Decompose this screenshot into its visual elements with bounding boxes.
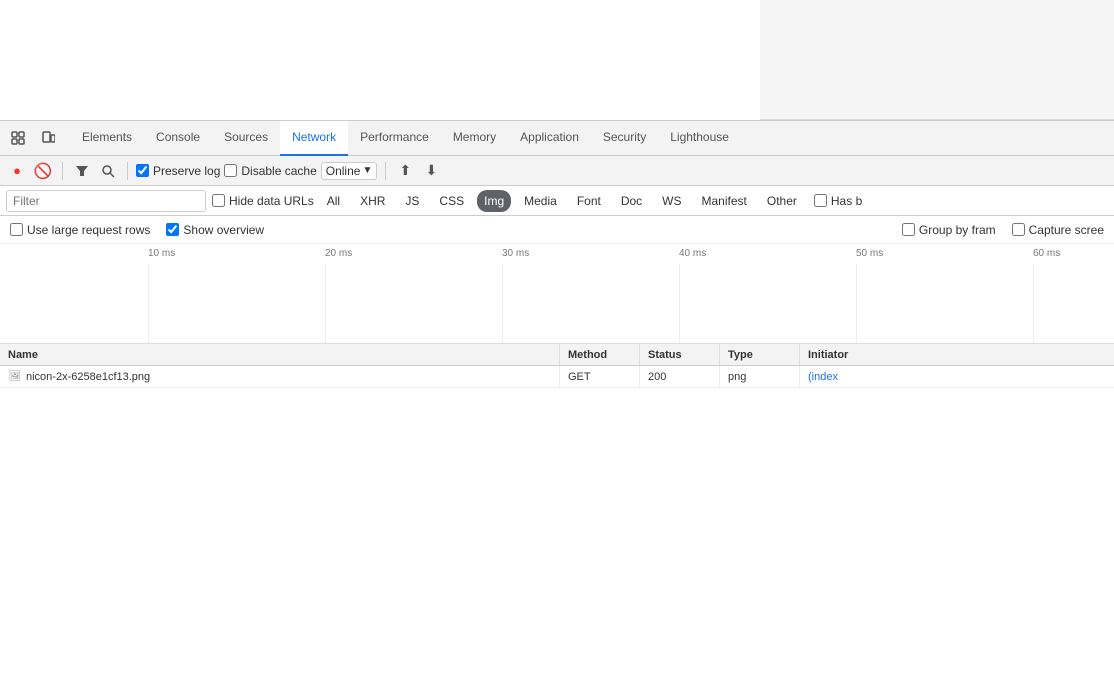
ruler-40ms: 40 ms: [679, 248, 706, 259]
filter-ws[interactable]: WS: [655, 190, 688, 212]
ruler-50ms: 50 ms: [856, 248, 883, 259]
table-row[interactable]: 🖼 nicon-2x-6258e1cf13.png GET 200 png (i…: [0, 366, 1114, 388]
import-har-button[interactable]: ⬆: [394, 160, 416, 182]
grid-line-5: [856, 264, 857, 343]
requests-table: Name Method Status Type Initiator 🖼 nico…: [0, 344, 1114, 696]
device-icon[interactable]: [34, 124, 62, 152]
record-button[interactable]: ●: [6, 160, 28, 182]
grid-line-3: [502, 264, 503, 343]
group-by-frame-wrap[interactable]: Group by fram: [902, 223, 996, 237]
browser-preview: [760, 0, 1114, 120]
cell-initiator: (index: [800, 366, 1114, 387]
hide-data-urls-label: Hide data URLs: [229, 194, 314, 208]
tab-bar: Elements Console Sources Network Perform…: [0, 121, 1114, 156]
col-header-initiator[interactable]: Initiator: [800, 344, 1114, 365]
filter-js[interactable]: JS: [398, 190, 426, 212]
timeline-area: 10 ms 20 ms 30 ms 40 ms 50 ms 60 ms: [0, 244, 1114, 344]
col-header-name[interactable]: Name: [0, 344, 560, 365]
col-header-type[interactable]: Type: [720, 344, 800, 365]
toolbar-separator-1: [62, 162, 63, 180]
ruler-20ms: 20 ms: [325, 248, 352, 259]
filter-doc[interactable]: Doc: [614, 190, 649, 212]
tab-elements[interactable]: Elements: [70, 121, 144, 156]
group-by-frame-checkbox[interactable]: [902, 223, 915, 236]
filter-xhr[interactable]: XHR: [353, 190, 392, 212]
ruler-60ms: 60 ms: [1033, 248, 1060, 259]
preserve-log-checkbox-wrap[interactable]: Preserve log: [136, 164, 220, 178]
tab-network[interactable]: Network: [280, 121, 348, 156]
disable-cache-checkbox-wrap[interactable]: Disable cache: [224, 164, 316, 178]
throttle-dropdown-icon: ▼: [362, 165, 372, 176]
filter-icon[interactable]: [71, 160, 93, 182]
capture-screenshots-checkbox[interactable]: [1012, 223, 1025, 236]
filter-media[interactable]: Media: [517, 190, 564, 212]
throttle-select[interactable]: Online ▼: [321, 162, 378, 180]
ruler-30ms: 30 ms: [502, 248, 529, 259]
filter-bar: Hide data URLs All XHR JS CSS Img Media …: [0, 186, 1114, 216]
preserve-log-checkbox[interactable]: [136, 164, 149, 177]
group-by-frame-label: Group by fram: [919, 223, 996, 237]
filter-img[interactable]: Img: [477, 190, 511, 212]
grid-line-4: [679, 264, 680, 343]
filter-input[interactable]: [6, 190, 206, 212]
has-blocked-label: Has b: [831, 194, 862, 208]
tab-console[interactable]: Console: [144, 121, 212, 156]
tab-application[interactable]: Application: [508, 121, 591, 156]
clear-button[interactable]: 🚫: [32, 160, 54, 182]
search-icon[interactable]: [97, 160, 119, 182]
inspect-icon[interactable]: [4, 124, 32, 152]
devtools-icons: [4, 124, 62, 152]
devtools-panel: Elements Console Sources Network Perform…: [0, 120, 1114, 696]
has-blocked-checkbox[interactable]: [814, 194, 827, 207]
tab-sources[interactable]: Sources: [212, 121, 280, 156]
filter-css[interactable]: CSS: [432, 190, 471, 212]
show-overview-label: Show overview: [183, 223, 264, 237]
cell-status: 200: [640, 366, 720, 387]
grid-line-2: [325, 264, 326, 343]
filter-font[interactable]: Font: [570, 190, 608, 212]
toolbar-separator-3: [385, 162, 386, 180]
tab-security[interactable]: Security: [591, 121, 658, 156]
options-right: Group by fram Capture scree: [902, 223, 1104, 237]
show-overview-wrap[interactable]: Show overview: [166, 223, 264, 237]
has-blocked-wrap[interactable]: Has b: [814, 194, 862, 208]
export-har-button[interactable]: ⬇: [420, 160, 442, 182]
capture-screenshots-label: Capture scree: [1029, 223, 1104, 237]
online-label: Online: [326, 164, 361, 178]
preserve-log-label: Preserve log: [153, 164, 220, 178]
filter-manifest[interactable]: Manifest: [695, 190, 754, 212]
table-header: Name Method Status Type Initiator: [0, 344, 1114, 366]
options-row: Use large request rows Show overview Gro…: [0, 216, 1114, 244]
toolbar-separator-2: [127, 162, 128, 180]
col-header-status[interactable]: Status: [640, 344, 720, 365]
hide-data-urls-checkbox[interactable]: [212, 194, 225, 207]
tab-memory[interactable]: Memory: [441, 121, 508, 156]
disable-cache-label: Disable cache: [241, 164, 316, 178]
filter-all[interactable]: All: [320, 190, 347, 212]
disable-cache-checkbox[interactable]: [224, 164, 237, 177]
hide-data-urls-wrap[interactable]: Hide data URLs: [212, 194, 314, 208]
large-rows-checkbox[interactable]: [10, 223, 23, 236]
cell-method: GET: [560, 366, 640, 387]
show-overview-checkbox[interactable]: [166, 223, 179, 236]
col-header-method[interactable]: Method: [560, 344, 640, 365]
tab-performance[interactable]: Performance: [348, 121, 441, 156]
capture-screenshots-wrap[interactable]: Capture scree: [1012, 223, 1104, 237]
grid-line-6: [1033, 264, 1034, 343]
grid-line-1: [148, 264, 149, 343]
network-toolbar: ● 🚫 Preserve log Disable cache Online ▼: [0, 156, 1114, 186]
large-rows-label: Use large request rows: [27, 223, 150, 237]
large-rows-wrap[interactable]: Use large request rows: [10, 223, 150, 237]
cell-type: png: [720, 366, 800, 387]
tab-lighthouse[interactable]: Lighthouse: [658, 121, 741, 156]
file-icon: 🖼: [8, 370, 22, 384]
filter-other[interactable]: Other: [760, 190, 804, 212]
ruler-10ms: 10 ms: [148, 248, 175, 259]
cell-name: 🖼 nicon-2x-6258e1cf13.png: [0, 366, 560, 387]
